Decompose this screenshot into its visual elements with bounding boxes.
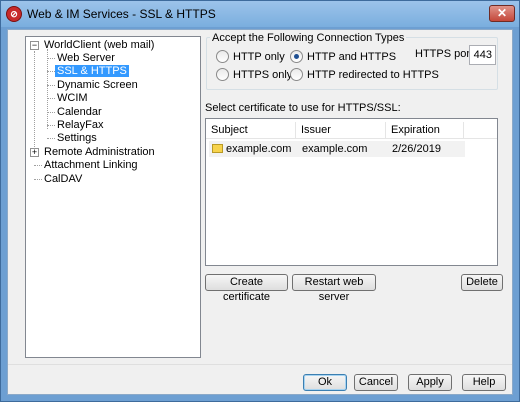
tree-item-label: Calendar <box>57 106 102 118</box>
http-only-label[interactable]: HTTP only <box>233 51 285 63</box>
certificate-icon <box>212 144 223 153</box>
dialog-footer: Ok Cancel Apply Help <box>8 364 512 394</box>
tree-item-label: SSL & HTTPS <box>55 65 129 77</box>
tree-connector <box>47 112 55 113</box>
tree-item-wcim[interactable]: WCIM <box>55 91 90 105</box>
delete-button[interactable]: Delete <box>461 274 503 291</box>
apply-button[interactable]: Apply <box>408 374 452 391</box>
tree-connector <box>47 125 55 126</box>
window-title: Web & IM Services - SSL & HTTPS <box>27 7 216 21</box>
connection-types-title: Accept the Following Connection Types <box>210 32 407 44</box>
http-and-https-radio[interactable] <box>290 50 303 63</box>
tree-item-label: Remote Administration <box>44 146 155 158</box>
column-header-subject[interactable]: Subject <box>206 122 296 139</box>
dialog-body: − WorldClient (web mail) Web Server SSL … <box>7 29 513 395</box>
certificate-subject: example.com <box>226 143 292 155</box>
title-bar: ⊘ Web & IM Services - SSL & HTTPS ✕ <box>1 1 519 27</box>
restart-web-server-button[interactable]: Restart web server <box>292 274 376 303</box>
close-button[interactable]: ✕ <box>489 5 515 22</box>
create-certificate-button[interactable]: Create certificate <box>205 274 288 303</box>
tree-item-settings[interactable]: Settings <box>55 131 99 145</box>
certificate-row[interactable]: example.com example.com 2/26/2019 <box>209 141 465 157</box>
tree-item-label: WorldClient (web mail) <box>44 39 155 51</box>
http-and-https-label[interactable]: HTTP and HTTPS <box>307 51 396 63</box>
tree-connector <box>34 179 42 180</box>
tree-item-attachment-linking[interactable]: Attachment Linking <box>42 158 140 172</box>
tree-connector <box>47 71 55 72</box>
dialog-window: ⊘ Web & IM Services - SSL & HTTPS ✕ − Wo… <box>0 0 520 402</box>
https-port-label: HTTPS port <box>415 48 474 60</box>
settings-tree[interactable]: − WorldClient (web mail) Web Server SSL … <box>25 36 201 358</box>
tree-item-label: Web Server <box>57 52 115 64</box>
https-only-label[interactable]: HTTPS only <box>233 69 292 81</box>
https-only-radio[interactable] <box>216 68 229 81</box>
tree-item-label: Settings <box>57 132 97 144</box>
collapse-worldclient-icon[interactable]: − <box>30 41 39 50</box>
tree-item-caldav[interactable]: CalDAV <box>42 172 84 186</box>
tree-item-label: Dynamic Screen <box>57 79 138 91</box>
tree-connector <box>34 51 35 153</box>
tree-item-label: Attachment Linking <box>44 159 138 171</box>
http-redirected-radio[interactable] <box>290 68 303 81</box>
tree-item-ssl-https[interactable]: SSL & HTTPS <box>55 64 129 78</box>
http-redirected-label[interactable]: HTTP redirected to HTTPS <box>307 69 439 81</box>
certificate-select-label: Select certificate to use for HTTPS/SSL: <box>205 102 401 114</box>
connection-types-group <box>206 37 498 90</box>
tree-connector <box>47 138 55 139</box>
tree-connector <box>34 165 42 166</box>
tree-item-label: WCIM <box>57 92 88 104</box>
certificate-issuer: example.com <box>302 143 368 155</box>
column-header-expiration[interactable]: Expiration date <box>386 122 464 152</box>
tree-item-remote-administration[interactable]: Remote Administration <box>42 145 157 159</box>
cancel-button[interactable]: Cancel <box>354 374 398 391</box>
tree-item-label: CalDAV <box>44 173 83 185</box>
tree-item-web-server[interactable]: Web Server <box>55 51 117 65</box>
ok-button[interactable]: Ok <box>303 374 347 391</box>
expand-remote-admin-icon[interactable]: + <box>30 148 39 157</box>
certificate-expiration: 2/26/2019 <box>392 143 441 155</box>
certificate-list-header: Subject Issuer Expiration date <box>206 122 497 152</box>
https-port-input[interactable]: 443 <box>469 45 496 65</box>
http-only-radio[interactable] <box>216 50 229 63</box>
column-header-issuer[interactable]: Issuer <box>296 122 386 139</box>
tree-connector <box>47 58 55 59</box>
tree-connector <box>47 49 48 129</box>
tree-item-label: RelayFax <box>57 119 104 131</box>
help-button[interactable]: Help <box>462 374 506 391</box>
tree-item-calendar[interactable]: Calendar <box>55 105 104 119</box>
tree-item-relayfax[interactable]: RelayFax <box>55 118 105 132</box>
tree-item-dynamic-screen[interactable]: Dynamic Screen <box>55 78 140 92</box>
app-icon: ⊘ <box>6 6 22 22</box>
tree-connector <box>47 98 55 99</box>
certificate-list[interactable]: Subject Issuer Expiration date example.c… <box>205 118 498 266</box>
tree-item-worldclient[interactable]: WorldClient (web mail) <box>42 38 156 52</box>
tree-connector <box>47 85 55 86</box>
